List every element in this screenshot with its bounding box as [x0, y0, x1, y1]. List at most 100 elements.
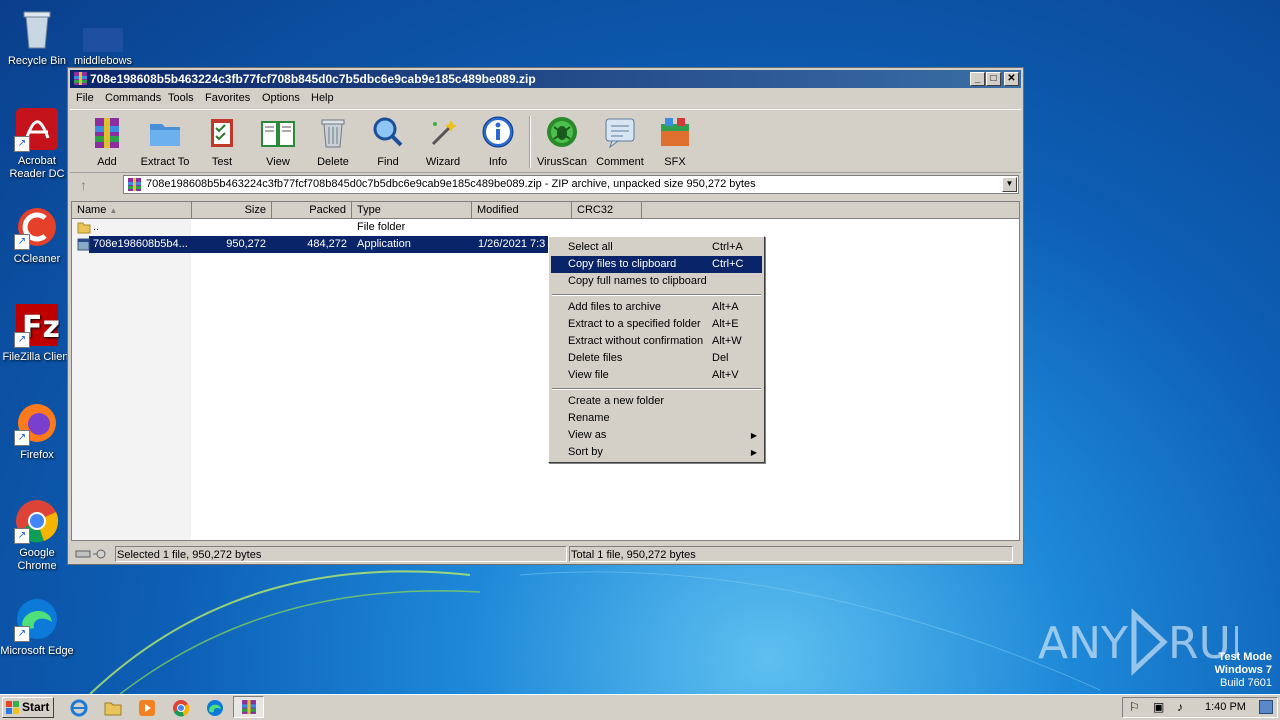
watermark-line: Windows 7 [1214, 664, 1272, 676]
desktop-icon-acrobat[interactable]: ↗ Acrobat Reader DC [0, 106, 74, 181]
desktop-icon-label: Firefox [20, 449, 54, 461]
start-button[interactable]: Start [2, 697, 54, 718]
column-size[interactable]: Size [192, 202, 272, 218]
menu-options[interactable]: Options [262, 92, 300, 104]
chevron-down-icon[interactable]: ▼ [1002, 177, 1017, 192]
explorer-icon[interactable] [103, 698, 123, 718]
toolbar-sfx-button[interactable]: SFX [647, 114, 703, 168]
toolbar-info-button[interactable]: Info [470, 114, 526, 168]
volume-icon[interactable]: ♪ [1177, 700, 1183, 714]
action-center-flag-icon[interactable]: ⚐ [1129, 700, 1140, 714]
desktop-icon-recycle-bin[interactable]: Recycle Bin [0, 6, 74, 68]
toolbar-comment-button[interactable]: Comment [592, 114, 648, 168]
toolbar-virusscan-button[interactable]: VirusScan [534, 114, 590, 168]
wand-icon [431, 120, 457, 146]
toolbar-find-button[interactable]: Find [360, 114, 416, 168]
acrobat-icon: ↗ [14, 106, 60, 152]
menu-item-view-file[interactable]: View file Alt+V [551, 367, 762, 384]
table-row-selected[interactable]: 708e198608b5b4... 950,272 484,272 Applic… [72, 236, 1019, 253]
toolbar-add-button[interactable]: Add [79, 114, 135, 168]
toolbar-test-button[interactable]: Test [194, 114, 250, 168]
desktop-icon-chrome[interactable]: ↗ Google Chrome [0, 498, 74, 573]
desktop-icon-filezilla[interactable]: Fz ↗ FileZilla Client [0, 302, 74, 364]
menu-item-rename[interactable]: Rename [551, 410, 762, 427]
toolbar-label: Comment [596, 156, 644, 168]
maximize-button[interactable]: □ [986, 72, 1001, 86]
winrar-icon [128, 178, 141, 191]
menu-item-label: Copy files to clipboard [568, 258, 677, 270]
menu-item-label: Add files to archive [568, 301, 661, 313]
toolbar-view-button[interactable]: View [250, 114, 306, 168]
clock[interactable]: 1:40 PM [1205, 701, 1246, 713]
start-label: Start [22, 700, 50, 714]
edge-icon[interactable] [205, 698, 225, 718]
column-crc32[interactable]: CRC32 [572, 202, 642, 218]
column-label: Name [77, 204, 107, 216]
add-archive-icon [95, 118, 119, 148]
folder-icon [77, 222, 91, 234]
taskbar-winrar-button[interactable] [233, 696, 264, 718]
ie-icon[interactable] [69, 698, 89, 718]
menu-item-create-folder[interactable]: Create a new folder [551, 393, 762, 410]
column-type[interactable]: Type [352, 202, 472, 218]
submenu-arrow-icon: ▶ [750, 431, 757, 440]
toolbar-delete-button[interactable]: Delete [305, 114, 361, 168]
menu-file[interactable]: File [76, 92, 94, 104]
toolbar-label: Extract To [140, 156, 190, 168]
menu-item-label: Create a new folder [568, 395, 664, 407]
sort-arrow-icon: ▲ [109, 206, 118, 215]
menu-item-select-all[interactable]: Select all Ctrl+A [551, 239, 762, 256]
menu-item-label: Sort by [568, 446, 603, 458]
menu-commands[interactable]: Commands [105, 92, 161, 104]
menu-favorites[interactable]: Favorites [205, 92, 250, 104]
menu-item-shortcut: Alt+V [712, 369, 739, 381]
network-icon[interactable]: ▣ [1153, 700, 1164, 714]
watermark-line: Build 7601 [1220, 677, 1272, 689]
toolbar-label: SFX [664, 156, 686, 168]
column-name[interactable]: Name ▲ [72, 202, 192, 218]
toolbar-extract-button[interactable]: Extract To [137, 114, 193, 168]
toolbar-wizard-button[interactable]: Wizard [415, 114, 471, 168]
up-arrow-icon[interactable]: ↑ [80, 177, 87, 193]
menu-item-add-files[interactable]: Add files to archive Alt+A [551, 299, 762, 316]
desktop-icon-ccleaner[interactable]: ↗ CCleaner [0, 204, 74, 266]
desktop-icon-label: Recycle Bin [7, 55, 67, 67]
title-bar[interactable]: 708e198608b5b463224c3fb77fcf708b845d0c7b… [70, 70, 1021, 88]
desktop-icon-firefox[interactable]: ↗ Firefox [0, 400, 74, 462]
menu-tools[interactable]: Tools [168, 92, 194, 104]
submenu-arrow-icon: ▶ [750, 448, 757, 457]
menu-help[interactable]: Help [311, 92, 334, 104]
desktop-icon-middlebows[interactable]: middlebows [66, 28, 140, 68]
desktop-icon-label: FileZilla Client [2, 351, 72, 363]
menu-item-extract-to-folder[interactable]: Extract to a specified folder Alt+E [551, 316, 762, 333]
table-row[interactable]: .. File folder [72, 219, 1019, 236]
menu-item-copy-files[interactable]: Copy files to clipboard Ctrl+C [551, 256, 762, 273]
show-desktop-icon[interactable] [1259, 700, 1273, 714]
minimize-button[interactable]: _ [970, 72, 985, 86]
desktop-icon-edge[interactable]: ↗ Microsoft Edge [0, 596, 74, 658]
menu-item-shortcut: Alt+A [712, 301, 739, 313]
cell-name: .. [93, 221, 100, 233]
column-packed[interactable]: Packed [272, 202, 352, 218]
drive-icon [75, 549, 106, 559]
list-header: Name ▲ Size Packed Type Modified CRC32 [72, 202, 1019, 219]
menu-item-copy-full-names[interactable]: Copy full names to clipboard [551, 273, 762, 290]
windows-flag-icon [6, 701, 19, 714]
menu-item-extract-without-confirmation[interactable]: Extract without confirmation Alt+W [551, 333, 762, 350]
close-button[interactable]: ✕ [1004, 72, 1019, 86]
column-modified[interactable]: Modified [472, 202, 572, 218]
menu-item-delete-files[interactable]: Delete files Del [551, 350, 762, 367]
menu-item-label: Select all [568, 241, 613, 253]
chrome-icon[interactable] [171, 698, 191, 718]
menu-item-shortcut: Alt+W [712, 335, 742, 347]
menu-item-view-as[interactable]: View as ▶ [551, 427, 762, 444]
toolbar-label: Wizard [425, 156, 461, 168]
menu-item-sort-by[interactable]: Sort by ▶ [551, 444, 762, 461]
address-field[interactable]: 708e198608b5b463224c3fb77fcf708b845d0c7b… [123, 175, 1019, 194]
taskbar: Start ⚐ ▣ ♪ 1:40 PM [0, 694, 1280, 720]
media-player-icon[interactable] [137, 698, 157, 718]
file-list: Name ▲ Size Packed Type Modified CRC32 .… [71, 201, 1020, 541]
toolbar-label: Add [97, 156, 117, 168]
toolbar: Add Extract To Test View Delete Find Wiz… [70, 109, 1021, 173]
test-clipboard-icon [211, 119, 233, 147]
